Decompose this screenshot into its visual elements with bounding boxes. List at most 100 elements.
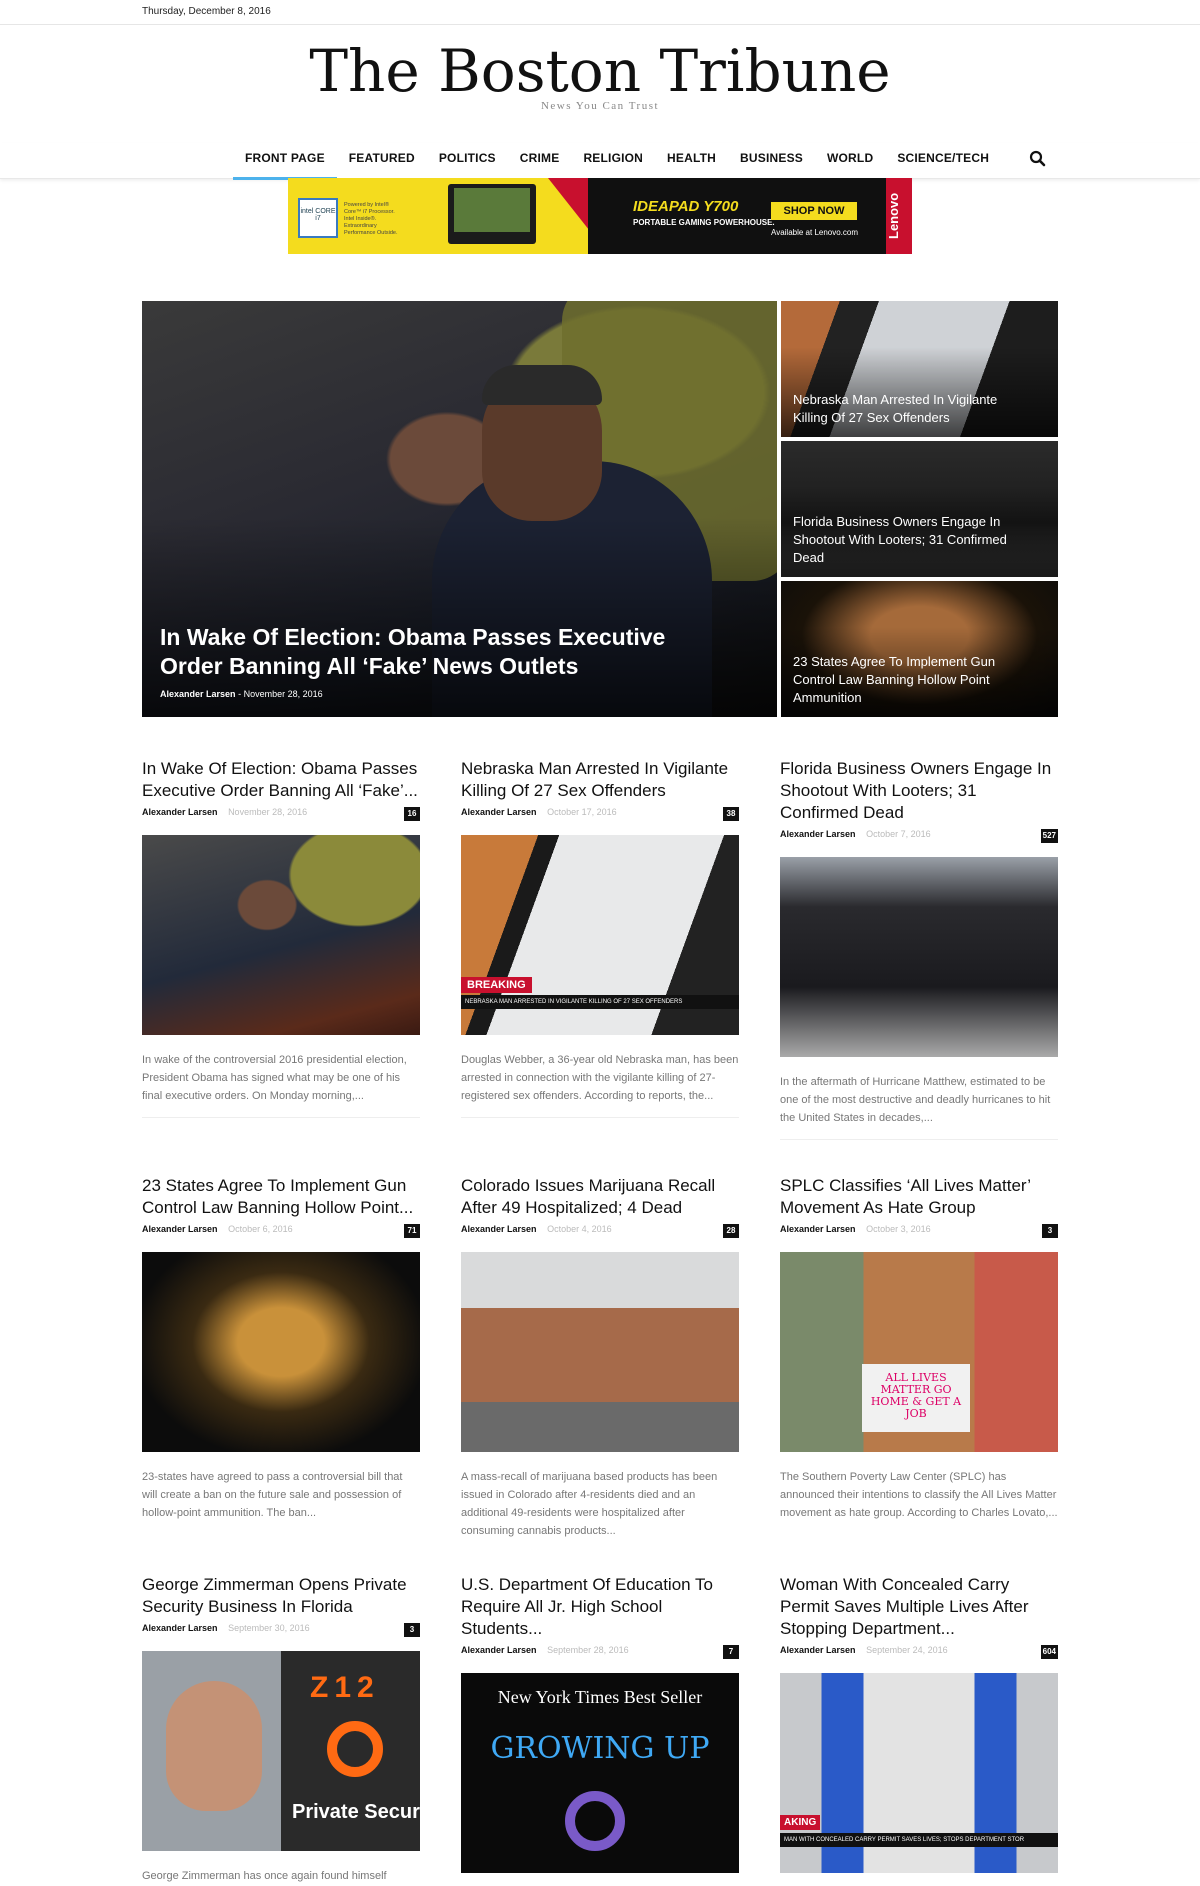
- nav-item-business[interactable]: BUSINESS: [728, 143, 815, 179]
- article-thumbnail[interactable]: AKING MAN WITH CONCEALED CARRY PERMIT SA…: [780, 1673, 1058, 1873]
- article-title[interactable]: SPLC Classifies ‘All Lives Matter’ Movem…: [780, 1175, 1058, 1219]
- article-thumbnail[interactable]: New York Times Best Seller GROWING UP: [461, 1673, 739, 1873]
- book-cover-title: GROWING UP: [490, 1731, 710, 1766]
- article-thumbnail[interactable]: [780, 857, 1058, 1057]
- nav-item-health[interactable]: HEALTH: [655, 143, 728, 179]
- article-date: September 24, 2016: [866, 1645, 948, 1655]
- article-card: 23 States Agree To Implement Gun Control…: [142, 1175, 420, 1522]
- comment-count[interactable]: 3: [404, 1623, 420, 1637]
- article-title[interactable]: U.S. Department Of Education To Require …: [461, 1574, 739, 1640]
- ad-model-name: IDEAPAD Y700: [633, 198, 739, 215]
- security-logo-ring: [327, 1721, 383, 1777]
- comment-count[interactable]: 16: [404, 807, 420, 821]
- article-excerpt: In wake of the controversial 2016 presid…: [142, 1054, 407, 1102]
- article-excerpt: George Zimmerman has once again found hi…: [142, 1870, 387, 1882]
- article-card: Florida Business Owners Engage In Shooto…: [780, 758, 1058, 1140]
- article-thumbnail[interactable]: [142, 1252, 420, 1452]
- shop-now-button[interactable]: SHOP NOW: [771, 202, 857, 220]
- site-title[interactable]: The Boston Tribune: [0, 36, 1200, 106]
- article-meta: Alexander Larsen October 6, 2016 71: [142, 1224, 420, 1240]
- divider: [142, 1117, 420, 1118]
- nav-item-science-tech[interactable]: SCIENCE/TECH: [885, 143, 1001, 179]
- security-logo-digits: Z12: [310, 1671, 380, 1704]
- nav-item-front-page[interactable]: FRONT PAGE: [233, 143, 337, 180]
- nav-item-politics[interactable]: POLITICS: [427, 143, 508, 179]
- comment-count[interactable]: 71: [404, 1224, 420, 1238]
- intel-badge: intel CORE i7: [298, 198, 338, 238]
- nav-item-religion[interactable]: RELIGION: [571, 143, 655, 179]
- nav-item-featured[interactable]: FEATURED: [337, 143, 427, 179]
- intel-copy: Powered by Intel® Core™ i7 Processor. In…: [344, 202, 398, 236]
- article-date: October 7, 2016: [866, 829, 931, 839]
- article-title[interactable]: Woman With Concealed Carry Permit Saves …: [780, 1574, 1058, 1640]
- divider: [461, 1117, 739, 1118]
- lenovo-logo: Lenovo: [886, 178, 912, 254]
- hero-side-headline[interactable]: Nebraska Man Arrested In Vigilante Killi…: [793, 391, 1033, 427]
- article-meta: Alexander Larsen November 28, 2016 16: [142, 807, 420, 823]
- comment-count[interactable]: 527: [1040, 829, 1058, 843]
- article-thumbnail[interactable]: [461, 1252, 739, 1452]
- article-author[interactable]: Alexander Larsen: [780, 1224, 856, 1234]
- hero-side-headline[interactable]: 23 States Agree To Implement Gun Control…: [793, 653, 1033, 707]
- lenovo-ad-banner[interactable]: intel CORE i7 Powered by Intel® Core™ i7…: [288, 178, 912, 254]
- article-title[interactable]: Florida Business Owners Engage In Shooto…: [780, 758, 1058, 824]
- article-title[interactable]: In Wake Of Election: Obama Passes Execut…: [142, 758, 420, 802]
- gender-symbol-icon: [565, 1791, 625, 1851]
- hero-side-headline[interactable]: Florida Business Owners Engage In Shooto…: [793, 513, 1033, 567]
- laptop-image: [448, 184, 536, 244]
- article-author[interactable]: Alexander Larsen: [461, 1645, 537, 1655]
- article-author[interactable]: Alexander Larsen: [461, 1224, 537, 1234]
- main-nav: FRONT PAGE FEATURED POLITICS CRIME RELIG…: [0, 143, 1200, 180]
- hero-main-headline[interactable]: In Wake Of Election: Obama Passes Execut…: [160, 623, 680, 681]
- article-excerpt: Douglas Webber, a 36-year old Nebraska m…: [461, 1054, 739, 1102]
- article-author[interactable]: Alexander Larsen: [142, 1224, 218, 1234]
- search-icon[interactable]: [1027, 148, 1049, 170]
- hero-side-story[interactable]: Florida Business Owners Engage In Shooto…: [781, 441, 1058, 577]
- hero-main-date: November 28, 2016: [243, 689, 323, 699]
- security-logo-text: Private Securi: [292, 1801, 420, 1823]
- comment-count[interactable]: 38: [723, 807, 739, 821]
- article-date: October 6, 2016: [228, 1224, 293, 1234]
- article-title[interactable]: 23 States Agree To Implement Gun Control…: [142, 1175, 420, 1219]
- article-author[interactable]: Alexander Larsen: [461, 807, 537, 817]
- article-author[interactable]: Alexander Larsen: [780, 829, 856, 839]
- hero-side-story[interactable]: 23 States Agree To Implement Gun Control…: [781, 581, 1058, 717]
- article-card: Nebraska Man Arrested In Vigilante Killi…: [461, 758, 739, 1118]
- article-meta: Alexander Larsen September 28, 2016 7: [461, 1645, 739, 1661]
- article-thumbnail[interactable]: [142, 835, 420, 1035]
- article-thumbnail[interactable]: Z12 Private Securi: [142, 1651, 420, 1851]
- article-date: September 30, 2016: [228, 1623, 310, 1633]
- ad-availability: Available at Lenovo.com: [771, 228, 859, 237]
- ad-subtitle: PORTABLE GAMING POWERHOUSE.: [633, 218, 775, 227]
- comment-count[interactable]: 3: [1042, 1224, 1058, 1238]
- comment-count[interactable]: 7: [723, 1645, 739, 1659]
- hero-main-separator: -: [238, 689, 242, 699]
- site-logo[interactable]: The Boston Tribune News You Can Trust: [0, 36, 1200, 112]
- article-card: Woman With Concealed Carry Permit Saves …: [780, 1574, 1058, 1873]
- article-card: George Zimmerman Opens Private Security …: [142, 1574, 420, 1885]
- hero-main-story[interactable]: In Wake Of Election: Obama Passes Execut…: [142, 301, 777, 717]
- hero-side-story[interactable]: Nebraska Man Arrested In Vigilante Killi…: [781, 301, 1058, 437]
- article-meta: Alexander Larsen September 30, 2016 3: [142, 1623, 420, 1639]
- article-title[interactable]: Colorado Issues Marijuana Recall After 4…: [461, 1175, 739, 1219]
- article-title[interactable]: George Zimmerman Opens Private Security …: [142, 1574, 420, 1618]
- article-thumbnail[interactable]: ALL LIVES MATTER GO HOME & GET A JOB: [780, 1252, 1058, 1452]
- article-meta: Alexander Larsen October 17, 2016 38: [461, 807, 739, 823]
- comment-count[interactable]: 28: [723, 1224, 739, 1238]
- nav-item-world[interactable]: WORLD: [815, 143, 885, 179]
- article-thumbnail[interactable]: BREAKING NEBRASKA MAN ARRESTED IN VIGILA…: [461, 835, 739, 1035]
- article-date: October 17, 2016: [547, 807, 617, 817]
- article-card: SPLC Classifies ‘All Lives Matter’ Movem…: [780, 1175, 1058, 1522]
- article-meta: Alexander Larsen October 3, 2016 3: [780, 1224, 1058, 1240]
- comment-count[interactable]: 604: [1040, 1645, 1058, 1659]
- article-author[interactable]: Alexander Larsen: [780, 1645, 856, 1655]
- article-meta: Alexander Larsen September 24, 2016 604: [780, 1645, 1058, 1661]
- article-author[interactable]: Alexander Larsen: [142, 1623, 218, 1633]
- hero-main-author[interactable]: Alexander Larsen: [160, 689, 236, 699]
- nav-item-crime[interactable]: CRIME: [508, 143, 572, 179]
- article-date: November 28, 2016: [228, 807, 308, 817]
- hero-image-hair: [482, 365, 602, 405]
- current-date: Thursday, December 8, 2016: [142, 6, 271, 17]
- article-title[interactable]: Nebraska Man Arrested In Vigilante Killi…: [461, 758, 739, 802]
- article-author[interactable]: Alexander Larsen: [142, 807, 218, 817]
